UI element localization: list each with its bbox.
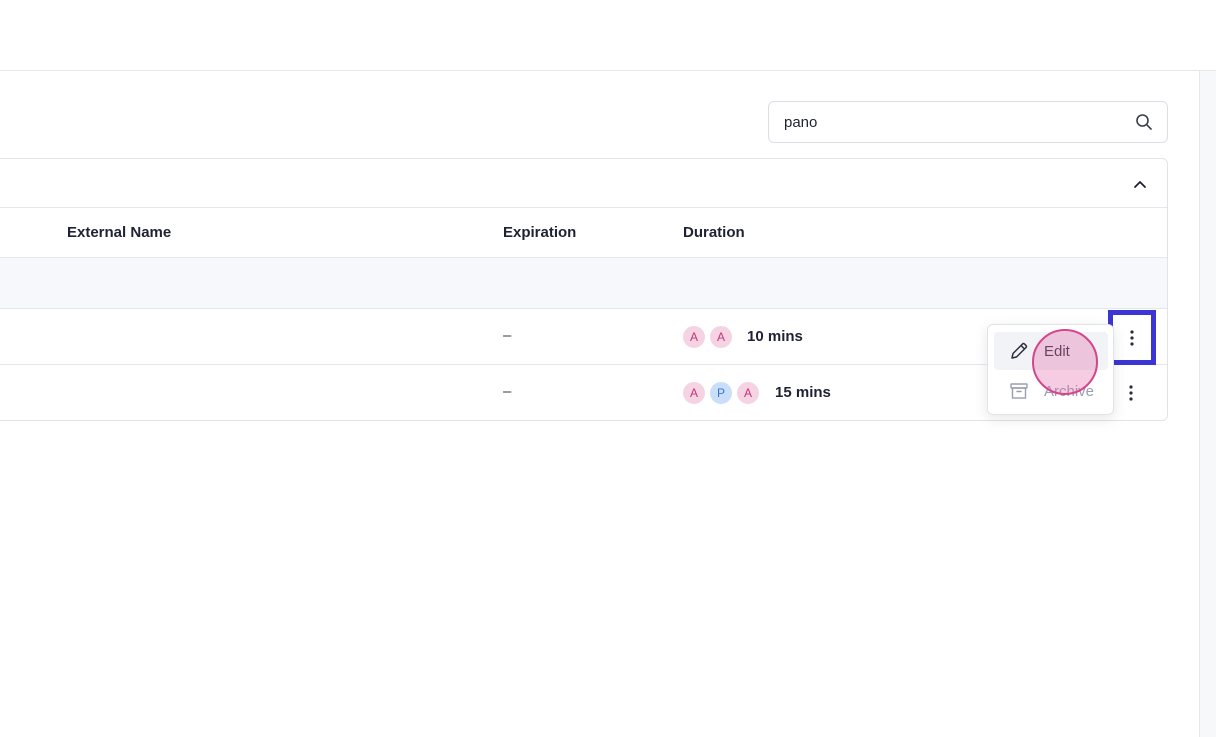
archive-label: Archive bbox=[1044, 382, 1095, 400]
avatar-group: A A bbox=[682, 325, 736, 349]
duration-cell: 10 mins bbox=[747, 328, 803, 345]
archive-menu-item[interactable]: Archive bbox=[994, 372, 1108, 410]
avatar: A bbox=[682, 381, 706, 405]
avatar-group: A P A bbox=[682, 381, 763, 405]
avatar: A bbox=[682, 325, 706, 349]
search-input[interactable] bbox=[784, 113, 1135, 131]
group-row bbox=[0, 258, 1167, 309]
avatar: A bbox=[736, 381, 760, 405]
avatar: P bbox=[709, 381, 733, 405]
column-header-external-name[interactable]: External Name bbox=[67, 224, 171, 241]
row-actions-kebab-icon-active[interactable] bbox=[1108, 310, 1156, 365]
expiration-cell: – bbox=[503, 383, 512, 400]
edit-label: Edit bbox=[1044, 342, 1070, 360]
row-actions-menu: Edit Archive bbox=[987, 324, 1114, 415]
scrollbar[interactable] bbox=[1199, 71, 1216, 737]
chevron-up-icon[interactable] bbox=[1129, 173, 1151, 195]
expiration-cell: – bbox=[503, 327, 512, 344]
avatar: A bbox=[709, 325, 733, 349]
search-icon[interactable] bbox=[1135, 113, 1153, 131]
archive-icon bbox=[1008, 380, 1030, 402]
table-header-row: External Name Expiration Duration bbox=[0, 208, 1167, 258]
column-header-duration[interactable]: Duration bbox=[683, 224, 745, 241]
search-box[interactable] bbox=[768, 101, 1168, 143]
card-header bbox=[0, 159, 1167, 208]
edit-menu-item[interactable]: Edit bbox=[994, 332, 1108, 370]
row-actions-kebab-icon[interactable] bbox=[1121, 381, 1141, 405]
top-bar bbox=[0, 0, 1216, 71]
duration-cell: 15 mins bbox=[775, 384, 831, 401]
pencil-icon bbox=[1008, 340, 1030, 362]
column-header-expiration[interactable]: Expiration bbox=[503, 224, 576, 241]
